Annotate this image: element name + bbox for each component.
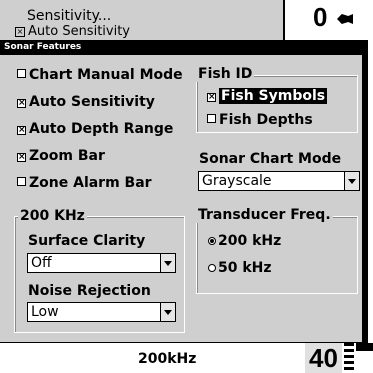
auto-depth-range-label: Auto Depth Range [29,121,174,137]
surface-clarity-select[interactable]: Off [27,253,176,273]
checkbox-checked-icon[interactable]: × [17,126,26,135]
transducer-freq-title: Transducer Freq. [196,207,333,223]
fish-depths-option[interactable]: Fish Depths [207,112,313,128]
fish-depths-label: Fish Depths [219,112,313,128]
fish-symbols-label: Fish Symbols [219,88,328,104]
checkbox-checked-icon[interactable]: × [17,153,26,162]
checkbox-icon[interactable] [17,69,26,78]
auto-sensitivity-label: Auto Sensitivity [29,94,155,110]
noise-rejection-label: Noise Rejection [28,283,151,299]
sonar-features-dialog: Sonar Features Chart Manual Mode × Auto S… [0,40,368,345]
radio-icon[interactable] [208,264,216,272]
background-menu-item-label: Auto Sensitivity [28,24,130,38]
surface-clarity-value: Off [31,255,52,271]
sonar-chart-mode-select[interactable]: Grayscale [198,171,360,191]
noise-rejection-select[interactable]: Low [27,302,176,322]
chart-manual-mode-label: Chart Manual Mode [29,67,183,83]
status-bar: 200kHz 40 [0,343,373,373]
depth-readout: 40 [305,343,342,373]
radio-selected-icon[interactable] [208,237,216,245]
chart-manual-mode-option[interactable]: Chart Manual Mode [17,67,183,83]
transducer-freq-option-label: 200 kHz [218,233,282,249]
auto-sensitivity-option[interactable]: × Auto Sensitivity [17,94,155,110]
frequency-readout: 200kHz [138,351,197,367]
dialog-title: Sonar Features [0,40,362,55]
zone-alarm-bar-option[interactable]: Zone Alarm Bar [17,175,152,191]
khz200-title: 200 KHz [18,208,87,224]
transducer-freq-option-200[interactable]: 200 kHz [208,233,281,249]
zoom-bar-option[interactable]: × Zoom Bar [17,148,105,164]
depth-value: 0 [313,2,328,32]
sonar-chart-mode-label: Sonar Chart Mode [199,151,342,167]
zone-alarm-bar-label: Zone Alarm Bar [29,175,152,191]
surface-clarity-label: Surface Clarity [28,233,146,249]
checkbox-icon[interactable] [17,177,26,186]
checkbox-icon[interactable] [207,114,216,123]
depth-scale-marker [344,343,354,373]
chevron-down-icon[interactable] [160,303,175,321]
fish-symbols-option[interactable]: × Fish Symbols [207,88,328,104]
transducer-freq-group [196,216,358,294]
fish-id-title: Fish ID [196,66,255,82]
chevron-down-icon[interactable] [160,254,175,272]
chevron-down-icon[interactable] [344,172,359,190]
sonar-chart-mode-value: Grayscale [202,173,272,189]
transducer-freq-option-label: 50 kHz [218,260,272,276]
background-menu-item-auto-sensitivity: × Auto Sensitivity [15,24,215,38]
auto-depth-range-option[interactable]: × Auto Depth Range [17,121,173,137]
transducer-freq-option-50[interactable]: 50 kHz [208,260,272,276]
noise-rejection-value: Low [31,304,59,320]
depth-scale-bar [356,343,373,351]
checkbox-checked-icon[interactable]: × [207,93,216,102]
background-menu: Sensitivity... × Auto Sensitivity 0 [0,0,373,40]
zoom-bar-label: Zoom Bar [29,148,105,164]
checkbox-checked-icon[interactable]: × [17,99,26,108]
fish-icon [337,14,353,24]
checkbox-icon: × [15,26,25,37]
depth-readout-top: 0 [283,0,373,40]
background-menu-item-sensitivity: Sensitivity... [27,8,112,24]
